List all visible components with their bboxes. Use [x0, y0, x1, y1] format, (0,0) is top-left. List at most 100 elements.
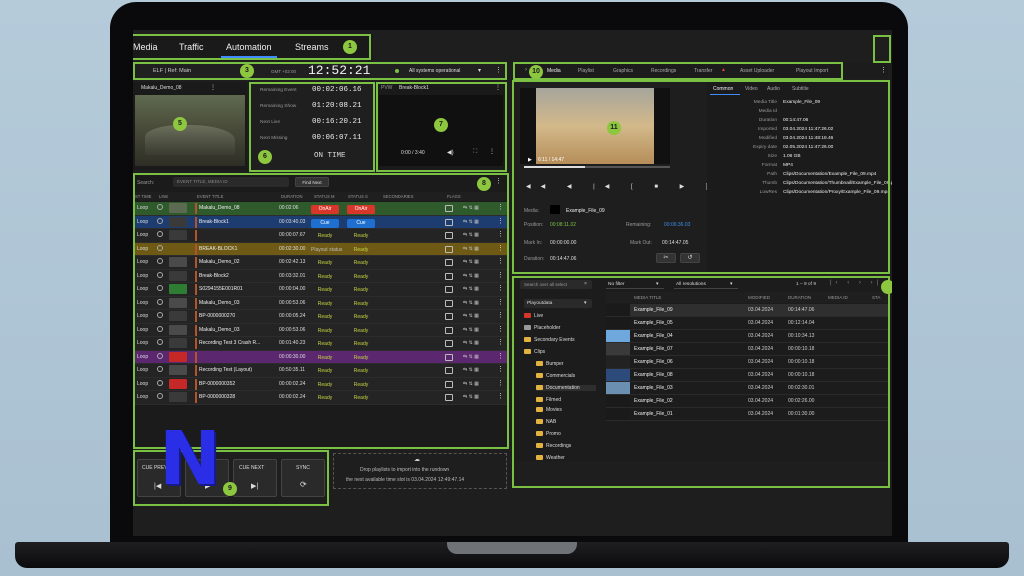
filter-select[interactable]: No filter ▾ — [606, 280, 664, 289]
meta-tab[interactable]: Common — [713, 86, 733, 92]
more-icon[interactable]: ⋮ — [489, 148, 495, 155]
col-header[interactable]: DURATION — [788, 295, 811, 300]
rundown-search-input[interactable]: EVENT TITLE, MEDIA ID — [173, 177, 289, 187]
tree-item[interactable]: Filmed — [536, 397, 561, 403]
tree-item[interactable]: Placeholder — [524, 325, 560, 331]
link-circle-icon[interactable] — [157, 285, 163, 291]
rundown-row[interactable]: Loop BP-0000000328 00:00:02.24 Ready Ready ⇆ … — [133, 391, 507, 405]
tree-item[interactable]: NAB — [536, 419, 556, 425]
row-action-icons[interactable]: ⇆ ⇅ ▦ — [463, 313, 479, 319]
row-action-icons[interactable]: ⇆ ⇅ ▦ — [463, 219, 479, 225]
more-icon[interactable]: ⋮ — [495, 177, 502, 185]
more-icon[interactable]: ⋮ — [497, 352, 504, 360]
rundown-row[interactable]: Loop BP-0000000352 00:00:02.24 Ready Ready ⇆ … — [133, 377, 507, 391]
row-action-icons[interactable]: ⇆ ⇅ ▦ — [463, 286, 479, 292]
flag-icon[interactable] — [445, 286, 453, 293]
reset-icon[interactable]: ↺ — [680, 253, 700, 263]
cut-icon[interactable]: ✂ — [656, 253, 676, 263]
system-status[interactable]: All systems operational — [409, 68, 460, 74]
tab-playout-import[interactable]: Playout Import — [796, 68, 828, 74]
tree-item[interactable]: Movies — [536, 407, 562, 413]
flag-icon[interactable] — [445, 232, 453, 239]
tree-item[interactable]: Clips — [524, 349, 545, 355]
meta-tab[interactable]: Subtitle — [792, 86, 809, 92]
rundown-row[interactable]: Loop BREAK-BLOCK1 00:02:30.00 Playout statu… — [133, 242, 507, 256]
link-circle-icon[interactable] — [157, 312, 163, 318]
flag-icon[interactable] — [445, 299, 453, 307]
find-next-button[interactable]: Find Next — [295, 177, 329, 187]
flag-icon[interactable] — [445, 259, 453, 266]
rundown-row[interactable]: Loop Makalu_Demo_02 00:02:42.13 Ready Ready ⇆… — [133, 256, 507, 270]
file-row[interactable]: Example_File_06 03.04.2024 00:00:10.18 — [606, 356, 888, 369]
flag-icon[interactable] — [445, 218, 453, 226]
pager-nav-icons[interactable]: |‹ ‹ › ›| — [830, 280, 882, 286]
link-circle-icon[interactable] — [157, 271, 163, 278]
tab-streams[interactable]: Streams — [295, 42, 329, 52]
col-header[interactable]: MEDIA ID — [828, 295, 848, 300]
link-circle-icon[interactable] — [157, 393, 163, 399]
tree-item[interactable]: Secondary Events — [524, 337, 575, 343]
more-icon[interactable]: ⋮ — [495, 84, 501, 91]
flag-icon[interactable] — [445, 272, 453, 280]
link-circle-icon[interactable] — [157, 258, 163, 264]
rundown-row[interactable]: Loop 00:00:30.00 Ready Ready ⇆ ⇅ ▦ ⋮ — [133, 350, 507, 364]
more-icon[interactable]: ⋮ — [497, 230, 504, 238]
more-icon[interactable]: ⋮ — [497, 298, 504, 306]
playlist-drop-zone[interactable]: ☁ Drop playlists to import into the rund… — [333, 453, 507, 489]
more-icon[interactable]: ⋮ — [497, 203, 504, 211]
more-icon[interactable]: ⋮ — [497, 284, 504, 292]
file-row[interactable]: Example_File_02 03.04.2024 00:02:26.00 — [606, 395, 888, 408]
more-icon[interactable]: ⋮ — [497, 311, 504, 319]
rundown-row[interactable]: Loop Makalu_Demo_03 00:00:53.06 Ready Ready ⇆… — [133, 296, 507, 310]
flag-icon[interactable] — [445, 245, 453, 253]
col-header[interactable]: ST TIME — [135, 194, 151, 199]
row-action-icons[interactable]: ⇆ ⇅ ▦ — [463, 354, 479, 360]
cue-next-button[interactable]: CUE NEXT ▶| — [233, 459, 277, 497]
tree-item[interactable]: Weather — [536, 455, 565, 461]
rundown-row[interactable]: Loop Break-Block2 00:03:32.01 Ready Ready ⇆ ⇅… — [133, 269, 507, 283]
flag-icon[interactable] — [445, 205, 453, 212]
tab-asset-media[interactable]: Media — [547, 68, 561, 74]
row-action-icons[interactable]: ⇆ ⇅ ▦ — [463, 205, 479, 211]
rundown-row[interactable]: Loop Makalu_Demo_03 00:00:53.06 Ready Ready ⇆… — [133, 323, 507, 337]
more-icon[interactable]: ⋮ — [497, 392, 504, 400]
more-icon[interactable]: ⋮ — [497, 338, 504, 346]
flag-icon[interactable] — [445, 394, 453, 401]
meta-tab[interactable]: Video — [745, 86, 758, 92]
meta-tab[interactable]: Audio — [767, 86, 780, 92]
link-circle-icon[interactable] — [157, 325, 163, 332]
row-action-icons[interactable]: ⇆ ⇅ ▦ — [463, 340, 479, 346]
col-header[interactable]: DURATION — [281, 194, 303, 199]
col-header[interactable]: STATUS M — [314, 194, 335, 199]
row-action-icons[interactable]: ⇆ ⇅ ▦ — [463, 381, 479, 387]
row-action-icons[interactable]: ⇆ ⇅ ▦ — [463, 259, 479, 265]
more-icon[interactable]: ⋮ — [497, 271, 504, 279]
row-action-icons[interactable]: ⇆ ⇅ ▦ — [463, 232, 479, 238]
file-row[interactable]: Example_File_07 03.04.2024 00:00:10.18 — [606, 343, 888, 356]
link-circle-icon[interactable] — [157, 231, 163, 237]
fullscreen-icon[interactable]: ⛶ — [473, 149, 477, 156]
volume-icon[interactable]: ◀) — [447, 149, 454, 156]
flag-icon[interactable] — [445, 340, 453, 347]
rundown-row[interactable]: Loop S0294155E001R01 00:00:04.00 Ready Ready… — [133, 283, 507, 297]
tree-item[interactable]: Documentation — [536, 385, 596, 391]
flag-icon[interactable] — [445, 353, 453, 361]
more-icon[interactable]: ⋮ — [497, 365, 504, 373]
link-circle-icon[interactable] — [157, 379, 163, 386]
tab-asset-graphics[interactable]: Graphics — [613, 68, 633, 74]
flag-icon[interactable] — [445, 326, 453, 334]
row-action-icons[interactable]: ⇆ ⇅ ▦ — [463, 300, 479, 306]
more-icon[interactable]: ⋮ — [495, 66, 502, 74]
row-action-icons[interactable]: ⇆ ⇅ ▦ — [463, 367, 479, 373]
more-icon[interactable]: ⋮ — [880, 66, 887, 74]
file-row[interactable]: Example_File_04 03.04.2024 00:10:34.13 — [606, 330, 888, 343]
storage-select[interactable]: Playoutdata ▾ — [524, 299, 592, 308]
more-icon[interactable]: ⋮ — [497, 379, 504, 387]
tab-traffic[interactable]: Traffic — [179, 42, 204, 52]
link-circle-icon[interactable] — [157, 298, 163, 305]
col-header[interactable]: FLAGS — [447, 194, 461, 199]
link-circle-icon[interactable] — [157, 217, 163, 224]
rundown-row[interactable]: Loop 00:00:07.67 Ready Ready ⇆ ⇅ ▦ ⋮ — [133, 229, 507, 243]
tab-asset-uploader[interactable]: Asset Uploader — [740, 68, 774, 74]
sync-button[interactable]: SYNC ⟳ — [281, 459, 325, 497]
